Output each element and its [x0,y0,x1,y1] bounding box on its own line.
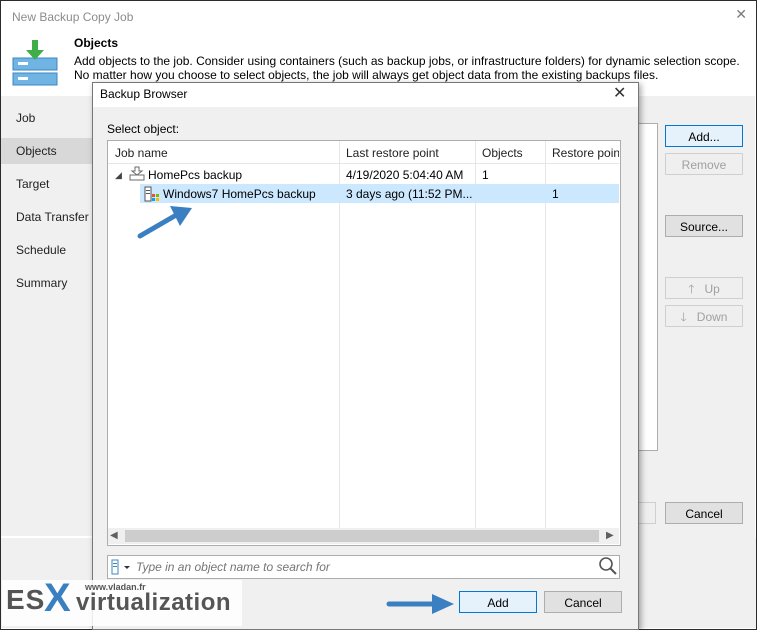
scroll-right-icon[interactable]: ▶ [606,530,614,541]
remove-object-button[interactable]: Remove [665,153,743,175]
column-header-job-name[interactable]: Job name [115,146,168,160]
column-header-restore-points[interactable]: Restore poin [552,146,619,160]
window-close-icon[interactable]: ✕ [735,6,747,23]
up-label: Up [704,282,720,296]
row-job-name[interactable]: Windows7 HomePcs backup [163,187,316,201]
finish-button-partial[interactable] [638,502,656,524]
dialog-cancel-button[interactable]: Cancel [544,591,622,613]
nav-item-summary[interactable]: Summary [16,276,67,290]
watermark-x: X [44,576,71,620]
grid-header-separator [108,163,619,164]
arrow-down-icon: 🡓 [680,310,687,324]
search-icon[interactable] [598,556,618,579]
annotation-arrow-row [136,202,196,245]
row-objects: 1 [482,168,489,182]
column-header-last-restore[interactable]: Last restore point [346,146,439,160]
step-title: Objects [74,36,119,50]
window-title: New Backup Copy Job [12,10,134,24]
select-object-label: Select object: [107,122,180,136]
nav-item-job[interactable]: Job [16,111,35,125]
watermark-es: ES [6,584,46,615]
dialog-add-button[interactable]: Add [459,591,537,613]
row-last-restore: 4/19/2020 5:04:40 AM [346,168,464,182]
object-type-filter-icon[interactable] [111,559,133,578]
row-last-restore: 3 days ago (11:52 PM... [346,187,473,201]
row-job-name[interactable]: HomePcs backup [148,168,242,182]
down-button[interactable]: 🡓 Down [665,305,743,327]
annotation-arrow-add [386,592,456,619]
nav-item-objects[interactable]: Objects [16,144,57,158]
tree-collapse-icon[interactable]: ◢ [115,170,122,181]
nav-item-schedule[interactable]: Schedule [16,243,66,257]
wizard-cancel-button[interactable]: Cancel [665,502,743,524]
arrow-up-icon: 🡑 [688,282,695,296]
watermark-virtualization: virtualization [76,589,232,616]
nav-item-data-transfer[interactable]: Data Transfer [16,210,89,224]
backup-job-icon [129,166,145,185]
down-label: Down [696,310,728,324]
nav-item-target[interactable]: Target [16,177,49,191]
scrollbar-thumb[interactable] [125,530,599,542]
up-button[interactable]: 🡑 Up [665,277,743,299]
row-restore-points: 1 [552,187,559,201]
scroll-left-icon[interactable]: ◀ [110,530,118,541]
objects-step-icon [12,38,58,88]
search-input[interactable] [136,557,591,577]
step-description: Add objects to the job. Consider using c… [74,54,740,82]
dialog-title: Backup Browser [100,87,188,101]
column-header-objects[interactable]: Objects [482,146,523,160]
add-object-button[interactable]: Add... [665,125,743,147]
source-button[interactable]: Source... [665,215,743,237]
dialog-close-icon[interactable]: ✕ [613,83,626,103]
